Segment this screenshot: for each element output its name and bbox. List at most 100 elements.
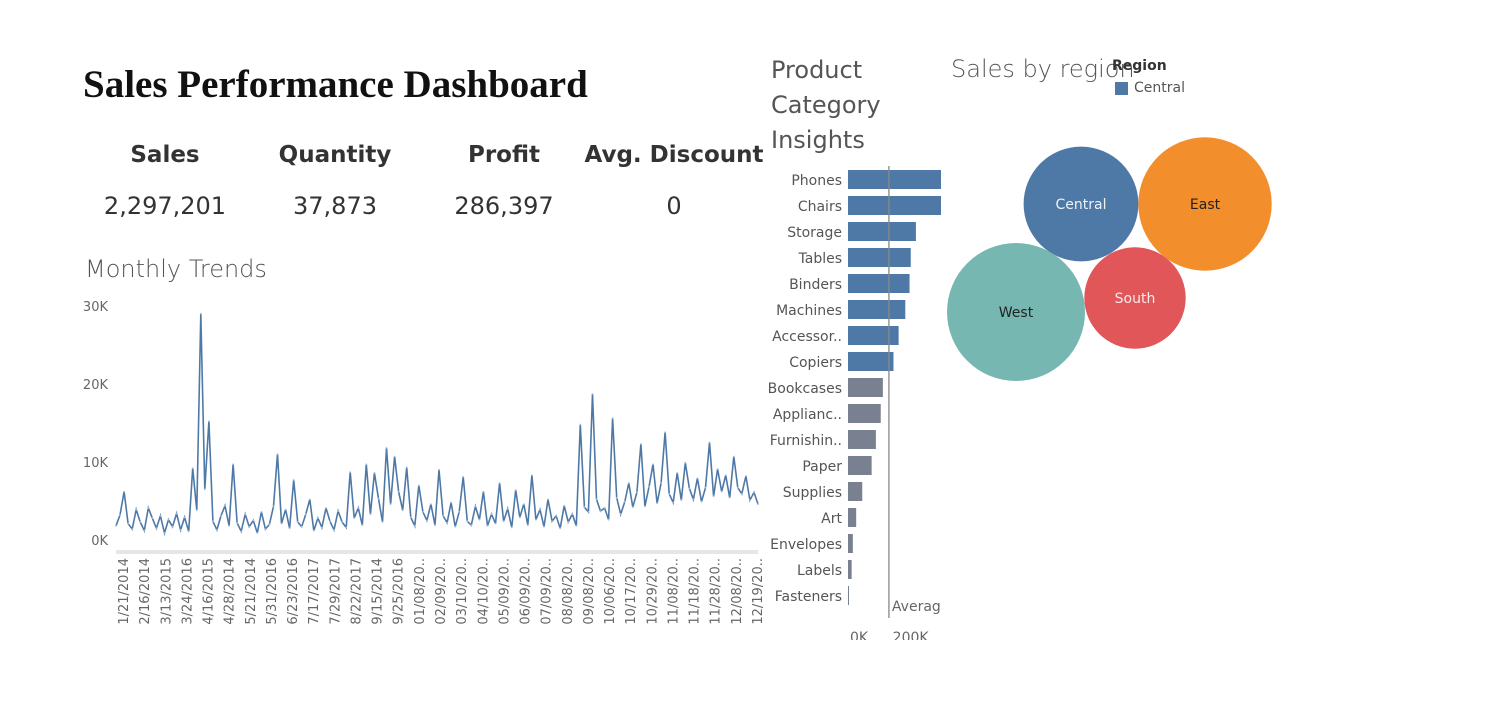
trend-point <box>668 493 671 495</box>
trend-point <box>599 510 602 512</box>
dashboard-title: Sales Performance Dashboard <box>83 63 588 106</box>
trend-point <box>208 420 210 423</box>
trend-point <box>660 482 662 484</box>
trend-x-tick-label: 3/13/2015 <box>159 558 174 625</box>
trend-point <box>494 522 497 525</box>
trend-point <box>341 521 343 523</box>
trend-point <box>373 472 376 474</box>
trend-point <box>644 505 646 508</box>
category-bar <box>848 274 910 293</box>
category-bar <box>848 586 849 605</box>
trend-point <box>603 507 606 509</box>
trend-point <box>526 524 529 527</box>
trend-point <box>430 503 432 505</box>
trend-point <box>119 514 121 516</box>
region-legend-item[interactable]: Central <box>1115 80 1185 96</box>
trend-x-tick-label: 9/25/2016 <box>392 558 407 625</box>
trend-point <box>672 501 675 504</box>
trend-point <box>482 490 485 493</box>
trend-point <box>272 505 275 508</box>
trend-point <box>454 525 457 528</box>
trend-x-tick-label: 6/23/2016 <box>286 558 301 625</box>
region-bubble-chart[interactable]: Central East South West <box>930 120 1290 400</box>
trend-point <box>203 488 206 491</box>
trend-point <box>191 467 194 470</box>
trend-point <box>470 524 473 527</box>
trend-point <box>458 511 461 513</box>
category-insights-title: Product Category Insights <box>771 56 881 154</box>
trend-point <box>466 520 469 523</box>
category-bar-chart[interactable]: Phones Chairs Storage Tables Binders Machines… <box>755 160 945 640</box>
trend-point <box>123 490 125 493</box>
trend-point <box>745 475 747 477</box>
trend-point <box>377 497 380 500</box>
trend-point <box>720 490 723 493</box>
monthly-trends-title: Monthly Trends <box>85 255 267 283</box>
trend-point <box>676 472 679 474</box>
kpi-discount-label: Avg. Discount <box>584 142 764 168</box>
trend-point <box>252 519 255 522</box>
trend-point <box>422 511 424 513</box>
category-bar <box>848 560 852 579</box>
trend-point <box>583 506 586 509</box>
trend-point <box>329 520 331 523</box>
bar-category-label: Machines <box>776 303 842 319</box>
bar-category-label: Labels <box>797 563 842 579</box>
trend-x-tick-label: 4/28/2014 <box>223 558 238 625</box>
trend-point <box>551 520 553 523</box>
trend-point <box>506 507 509 510</box>
trend-point <box>648 486 650 488</box>
trend-point <box>442 514 444 517</box>
trend-point <box>345 526 348 529</box>
trend-point <box>139 521 142 523</box>
trend-x-tick-label: 2/16/2014 <box>138 558 153 625</box>
trend-point <box>171 525 174 528</box>
trend-x-tick-label: 3/24/2016 <box>180 558 195 625</box>
trend-point <box>216 529 218 531</box>
trend-x-tick-label: 10/06/20.. <box>603 558 618 625</box>
trend-point <box>163 532 166 534</box>
trend-point <box>656 502 658 505</box>
trend-point <box>264 528 267 530</box>
trend-point <box>490 513 493 516</box>
trend-point <box>684 461 687 464</box>
trend-point <box>704 486 707 489</box>
trend-point <box>260 511 263 513</box>
category-bar <box>848 508 857 527</box>
trend-point <box>357 507 360 509</box>
trend-point <box>478 518 481 521</box>
trend-point <box>631 506 634 509</box>
trend-point <box>615 496 618 499</box>
trend-x-tick-label: 10/29/20.. <box>645 558 660 625</box>
trend-point <box>381 521 384 523</box>
trend-point <box>159 514 162 517</box>
trend-point <box>474 505 477 508</box>
category-bar <box>848 378 883 397</box>
trend-point <box>587 511 590 513</box>
trend-x-tick-label: 8/22/2017 <box>349 558 364 625</box>
trend-point <box>389 503 392 505</box>
region-legend-title: Region <box>1112 58 1167 74</box>
trend-point <box>696 477 699 480</box>
trend-point <box>115 525 117 527</box>
trend-point <box>417 484 420 487</box>
trend-point <box>385 447 388 449</box>
monthly-trends-chart[interactable]: 30K 20K 10K 0K 1/21/2014 2/16/2014 3/13/2015 3/… <box>70 290 770 640</box>
bar-x-tick-label: 0K <box>850 630 869 640</box>
trend-point <box>248 525 251 528</box>
kpi-quantity-label: Quantity <box>278 142 392 168</box>
kpi-quantity-value: 37,873 <box>293 192 377 220</box>
trend-point <box>712 495 715 498</box>
trend-point <box>365 463 368 466</box>
trend-point <box>409 516 412 519</box>
trend-point <box>236 521 239 524</box>
trend-x-tick-label: 5/31/2016 <box>265 558 280 625</box>
trend-point <box>518 516 521 519</box>
trend-x-tick-label: 03/10/20.. <box>455 558 470 625</box>
trend-point <box>438 468 440 471</box>
trend-point <box>724 474 727 477</box>
trend-point <box>228 525 231 527</box>
trend-point <box>127 522 129 525</box>
trend-point <box>179 529 182 531</box>
trend-point <box>212 520 214 523</box>
